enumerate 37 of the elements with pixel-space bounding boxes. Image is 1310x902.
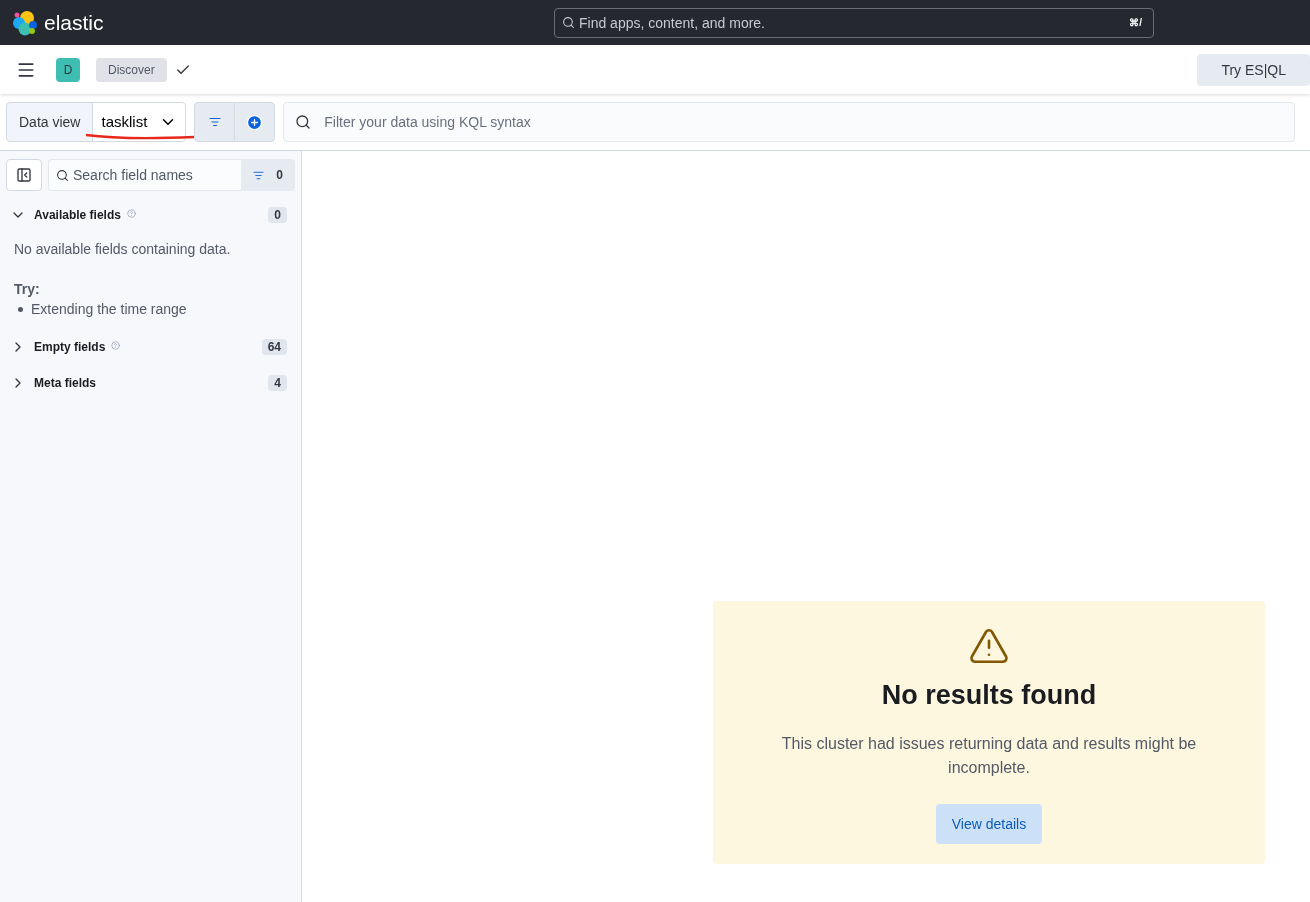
app-breadcrumb[interactable]: Discover	[96, 57, 167, 82]
filter-count: 0	[276, 167, 283, 183]
search-icon	[56, 169, 69, 182]
collapse-panel-icon	[16, 167, 32, 183]
try-label: Try:	[14, 280, 41, 299]
field-filter-button[interactable]: 0	[241, 159, 295, 191]
kql-filter-field[interactable]: Filter your data using KQL syntax	[283, 102, 1296, 142]
brand-name[interactable]: elastic	[44, 6, 104, 39]
collapse-sidebar-button[interactable]	[6, 159, 42, 191]
suggestion-text: Extending the time range	[31, 300, 187, 319]
field-group-title: Meta fields	[34, 375, 96, 391]
view-details-button[interactable]: View details	[935, 803, 1043, 844]
field-group-header[interactable]: Available fields 0	[6, 203, 295, 227]
field-group-title: Available fields	[34, 207, 121, 223]
field-search-field[interactable]: Search field names	[48, 159, 242, 191]
field-count-badge: 64	[261, 339, 287, 355]
space-avatar[interactable]: D	[56, 57, 80, 82]
data-view-selector[interactable]: Data view tasklist	[6, 102, 187, 142]
logo-icon	[12, 9, 38, 36]
search-icon	[562, 15, 575, 29]
empty-message: No available fields containing data.	[14, 240, 232, 259]
field-group-title: Empty fields	[34, 339, 106, 355]
plus-circle-icon	[246, 113, 264, 131]
try-esql-button[interactable]: Try ES|QL	[1197, 53, 1310, 86]
field-count-badge: 4	[268, 375, 287, 391]
callout-message: This cluster had issues returning data and results might be incomplete.	[780, 733, 1198, 778]
bullet-icon	[18, 306, 23, 312]
search-icon	[295, 114, 312, 130]
data-view-label: Data view	[18, 113, 82, 132]
shortcut-hint: ⌘/	[1129, 15, 1142, 30]
filter-icon	[208, 116, 221, 128]
field-count-badge: 0	[268, 207, 287, 223]
data-view-value[interactable]: tasklist	[92, 103, 186, 141]
callout-title: No results found	[881, 679, 1097, 712]
field-group-header[interactable]: Meta fields 4	[6, 371, 295, 395]
field-group-header[interactable]: Empty fields 64	[6, 335, 295, 359]
filter-icon	[253, 169, 265, 181]
